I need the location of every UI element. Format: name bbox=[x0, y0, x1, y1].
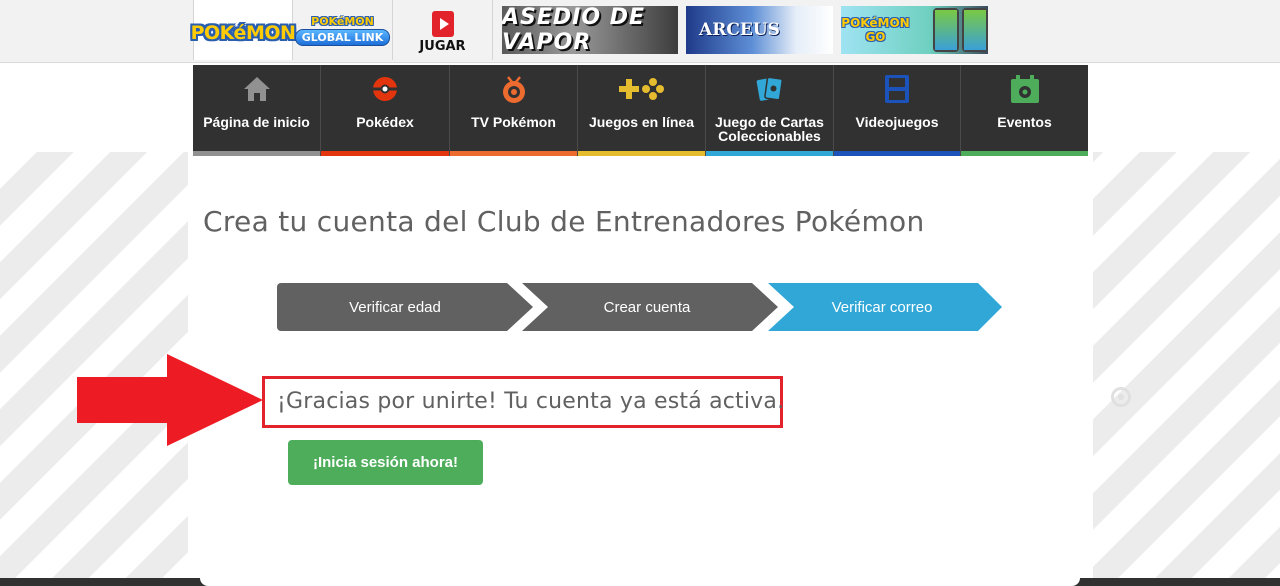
step-verify-age: Verificar edad bbox=[277, 283, 533, 331]
play-icon bbox=[431, 10, 454, 37]
step-label: Crear cuenta bbox=[603, 298, 691, 316]
nav-item-home[interactable]: Página de inicio bbox=[193, 65, 321, 156]
login-now-button[interactable]: ¡Inicia sesión ahora! bbox=[288, 440, 483, 485]
top-banner-bar: POKéMON POKéMON GLOBAL LINK JUGAR ASEDIO… bbox=[0, 0, 1280, 63]
nav-label: Videojuegos bbox=[855, 114, 939, 130]
nav-color-bar bbox=[834, 151, 960, 156]
pokemon-go-logo-top: POKéMON bbox=[841, 16, 910, 30]
nav-color-bar bbox=[450, 151, 577, 156]
global-link-logo-top: POKéMON bbox=[311, 14, 374, 28]
content-panel-bottom bbox=[200, 578, 1080, 586]
tv-icon bbox=[499, 67, 529, 111]
main-navigation: Página de inicio Pokédex TV Pokémon Jueg… bbox=[193, 65, 1088, 156]
step-label: Verificar correo bbox=[831, 298, 933, 316]
asedio-banner-text: ASEDIO DE VAPOR bbox=[502, 6, 645, 54]
arceus-banner[interactable]: ARCEUS bbox=[686, 6, 833, 54]
calendar-icon bbox=[1010, 67, 1039, 111]
nav-label: Eventos bbox=[997, 114, 1052, 130]
gamepad-icon bbox=[618, 67, 665, 111]
nav-label: Juegos en línea bbox=[588, 114, 695, 130]
nav-color-bar bbox=[193, 151, 320, 156]
step-create-account: Crear cuenta bbox=[522, 283, 778, 331]
red-arrow-icon bbox=[77, 354, 263, 446]
nav-label: Juego de Cartas Coleccionables bbox=[715, 114, 824, 144]
nav-color-bar bbox=[706, 151, 833, 156]
nav-item-tv[interactable]: TV Pokémon bbox=[450, 65, 578, 156]
cards-icon bbox=[755, 67, 785, 111]
arceus-banner-text: ARCEUS bbox=[699, 20, 780, 40]
nav-label: Página de inicio bbox=[203, 114, 310, 130]
nav-item-pokedex[interactable]: Pokédex bbox=[321, 65, 450, 156]
nav-item-tcg[interactable]: Juego de Cartas Coleccionables bbox=[706, 65, 834, 156]
phone-image bbox=[961, 8, 988, 52]
global-link-tab[interactable]: POKéMON GLOBAL LINK bbox=[293, 0, 393, 60]
nav-item-online-games[interactable]: Juegos en línea bbox=[578, 65, 706, 156]
step-label: Verificar edad bbox=[349, 298, 441, 316]
phone-image bbox=[932, 8, 959, 52]
global-link-logo-bottom: GLOBAL LINK bbox=[294, 28, 391, 46]
step-verify-email: Verificar correo bbox=[768, 283, 1002, 331]
asedio-de-vapor-banner[interactable]: ASEDIO DE VAPOR bbox=[502, 6, 678, 54]
nav-item-videogames[interactable]: Videojuegos bbox=[834, 65, 961, 156]
play-tab[interactable]: JUGAR bbox=[393, 0, 493, 60]
pokemon-go-banner[interactable]: POKéMON GO bbox=[841, 6, 988, 54]
pokemon-go-logo-bottom: GO bbox=[865, 30, 886, 44]
home-icon bbox=[243, 67, 271, 111]
pokeball-icon bbox=[372, 67, 398, 111]
page-title: Crea tu cuenta del Club de Entrenadores … bbox=[203, 205, 925, 238]
nav-label: TV Pokémon bbox=[471, 114, 556, 130]
success-message: ¡Gracias por unirte! Tu cuenta ya está a… bbox=[277, 389, 785, 414]
nav-color-bar bbox=[321, 151, 449, 156]
nav-label: Pokédex bbox=[356, 114, 414, 130]
nav-color-bar bbox=[961, 151, 1088, 156]
nav-item-events[interactable]: Eventos bbox=[961, 65, 1088, 156]
pokemon-logo: POKéMON bbox=[190, 22, 296, 44]
ds-icon bbox=[885, 67, 909, 111]
nav-color-bar bbox=[578, 151, 705, 156]
pokemon-home-tab[interactable]: POKéMON bbox=[190, 0, 296, 60]
play-label: JUGAR bbox=[419, 38, 466, 54]
decorative-circle bbox=[1111, 387, 1131, 407]
pokemon-go-logo: POKéMON GO bbox=[841, 16, 909, 44]
